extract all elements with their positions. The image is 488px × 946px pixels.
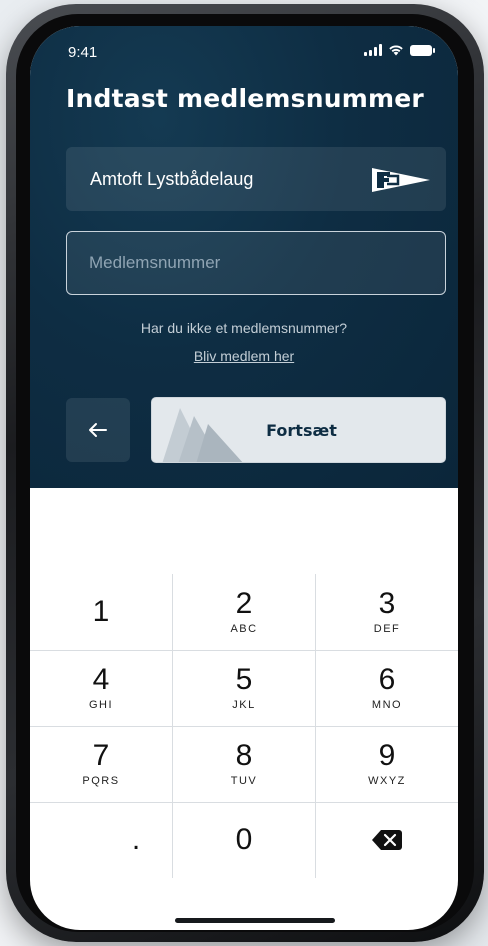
- key-digit: 3: [378, 587, 396, 620]
- key-digit: 0: [235, 823, 253, 856]
- key-letters: JKL: [232, 699, 256, 711]
- key-0[interactable]: 0: [173, 802, 315, 878]
- status-time: 9:41: [68, 44, 98, 61]
- key-7[interactable]: 7 PQRS: [30, 726, 172, 802]
- key-4[interactable]: 4 GHI: [30, 650, 172, 726]
- page-title: Indtast medlemsnummer: [66, 84, 424, 113]
- key-letters: GHI: [88, 699, 114, 711]
- key-1[interactable]: 1: [30, 574, 172, 650]
- key-9[interactable]: 9 WXYZ: [316, 726, 458, 802]
- club-card: Amtoft Lystbådelaug: [66, 147, 446, 211]
- status-bar: 9:41: [30, 26, 458, 72]
- key-letters: WXYZ: [368, 775, 406, 787]
- key-8[interactable]: 8 TUV: [173, 726, 315, 802]
- key-digit: 1: [92, 595, 110, 628]
- key-digit: .: [131, 823, 141, 856]
- key-letters: ABC: [230, 623, 258, 635]
- key-letters: TUV: [230, 775, 258, 787]
- burgee-flag-icon: [372, 168, 430, 192]
- key-digit: 5: [235, 663, 253, 696]
- key-5[interactable]: 5 JKL: [173, 650, 315, 726]
- numeric-keypad: 1 2 ABC 3 DEF 4 GHI 5 JKL 6 MNO 7 PQRS 8…: [30, 574, 458, 884]
- no-member-text: Har du ikke et medlemsnummer?: [140, 320, 348, 336]
- member-number-input[interactable]: [66, 231, 446, 295]
- key-digit: 2: [235, 587, 253, 620]
- arrow-left-icon: [89, 423, 107, 437]
- continue-label: Fortsæt: [266, 420, 337, 440]
- key-digit: 6: [378, 663, 396, 696]
- continue-button[interactable]: Fortsæt: [151, 397, 446, 463]
- wifi-icon: [389, 45, 403, 56]
- key-delete[interactable]: [316, 802, 458, 878]
- club-name: Amtoft Lystbådelaug: [90, 169, 254, 189]
- key-6[interactable]: 6 MNO: [316, 650, 458, 726]
- header-section: 9:41 Indtast medlemsnummer Amtoft Lystbå…: [30, 26, 458, 488]
- cellular-signal-icon: [364, 44, 382, 56]
- key-digit: 4: [92, 663, 110, 696]
- home-indicator: [175, 918, 335, 923]
- key-2[interactable]: 2 ABC: [173, 574, 315, 650]
- back-button[interactable]: [66, 398, 130, 462]
- become-member-link[interactable]: Bliv medlem her: [30, 348, 458, 364]
- key-letters: DEF: [373, 623, 401, 635]
- key-digit: 9: [378, 739, 396, 772]
- key-digit: 7: [92, 739, 110, 772]
- screen: 9:41 Indtast medlemsnummer Amtoft Lystbå…: [30, 26, 458, 930]
- key-letters: PQRS: [82, 775, 120, 787]
- key-digit: 8: [235, 739, 253, 772]
- battery-icon: [410, 44, 435, 56]
- status-icons: [364, 44, 435, 56]
- backspace-icon: [372, 830, 402, 850]
- key-3[interactable]: 3 DEF: [316, 574, 458, 650]
- key-letters: MNO: [371, 699, 403, 711]
- key-decimal[interactable]: .: [30, 802, 172, 878]
